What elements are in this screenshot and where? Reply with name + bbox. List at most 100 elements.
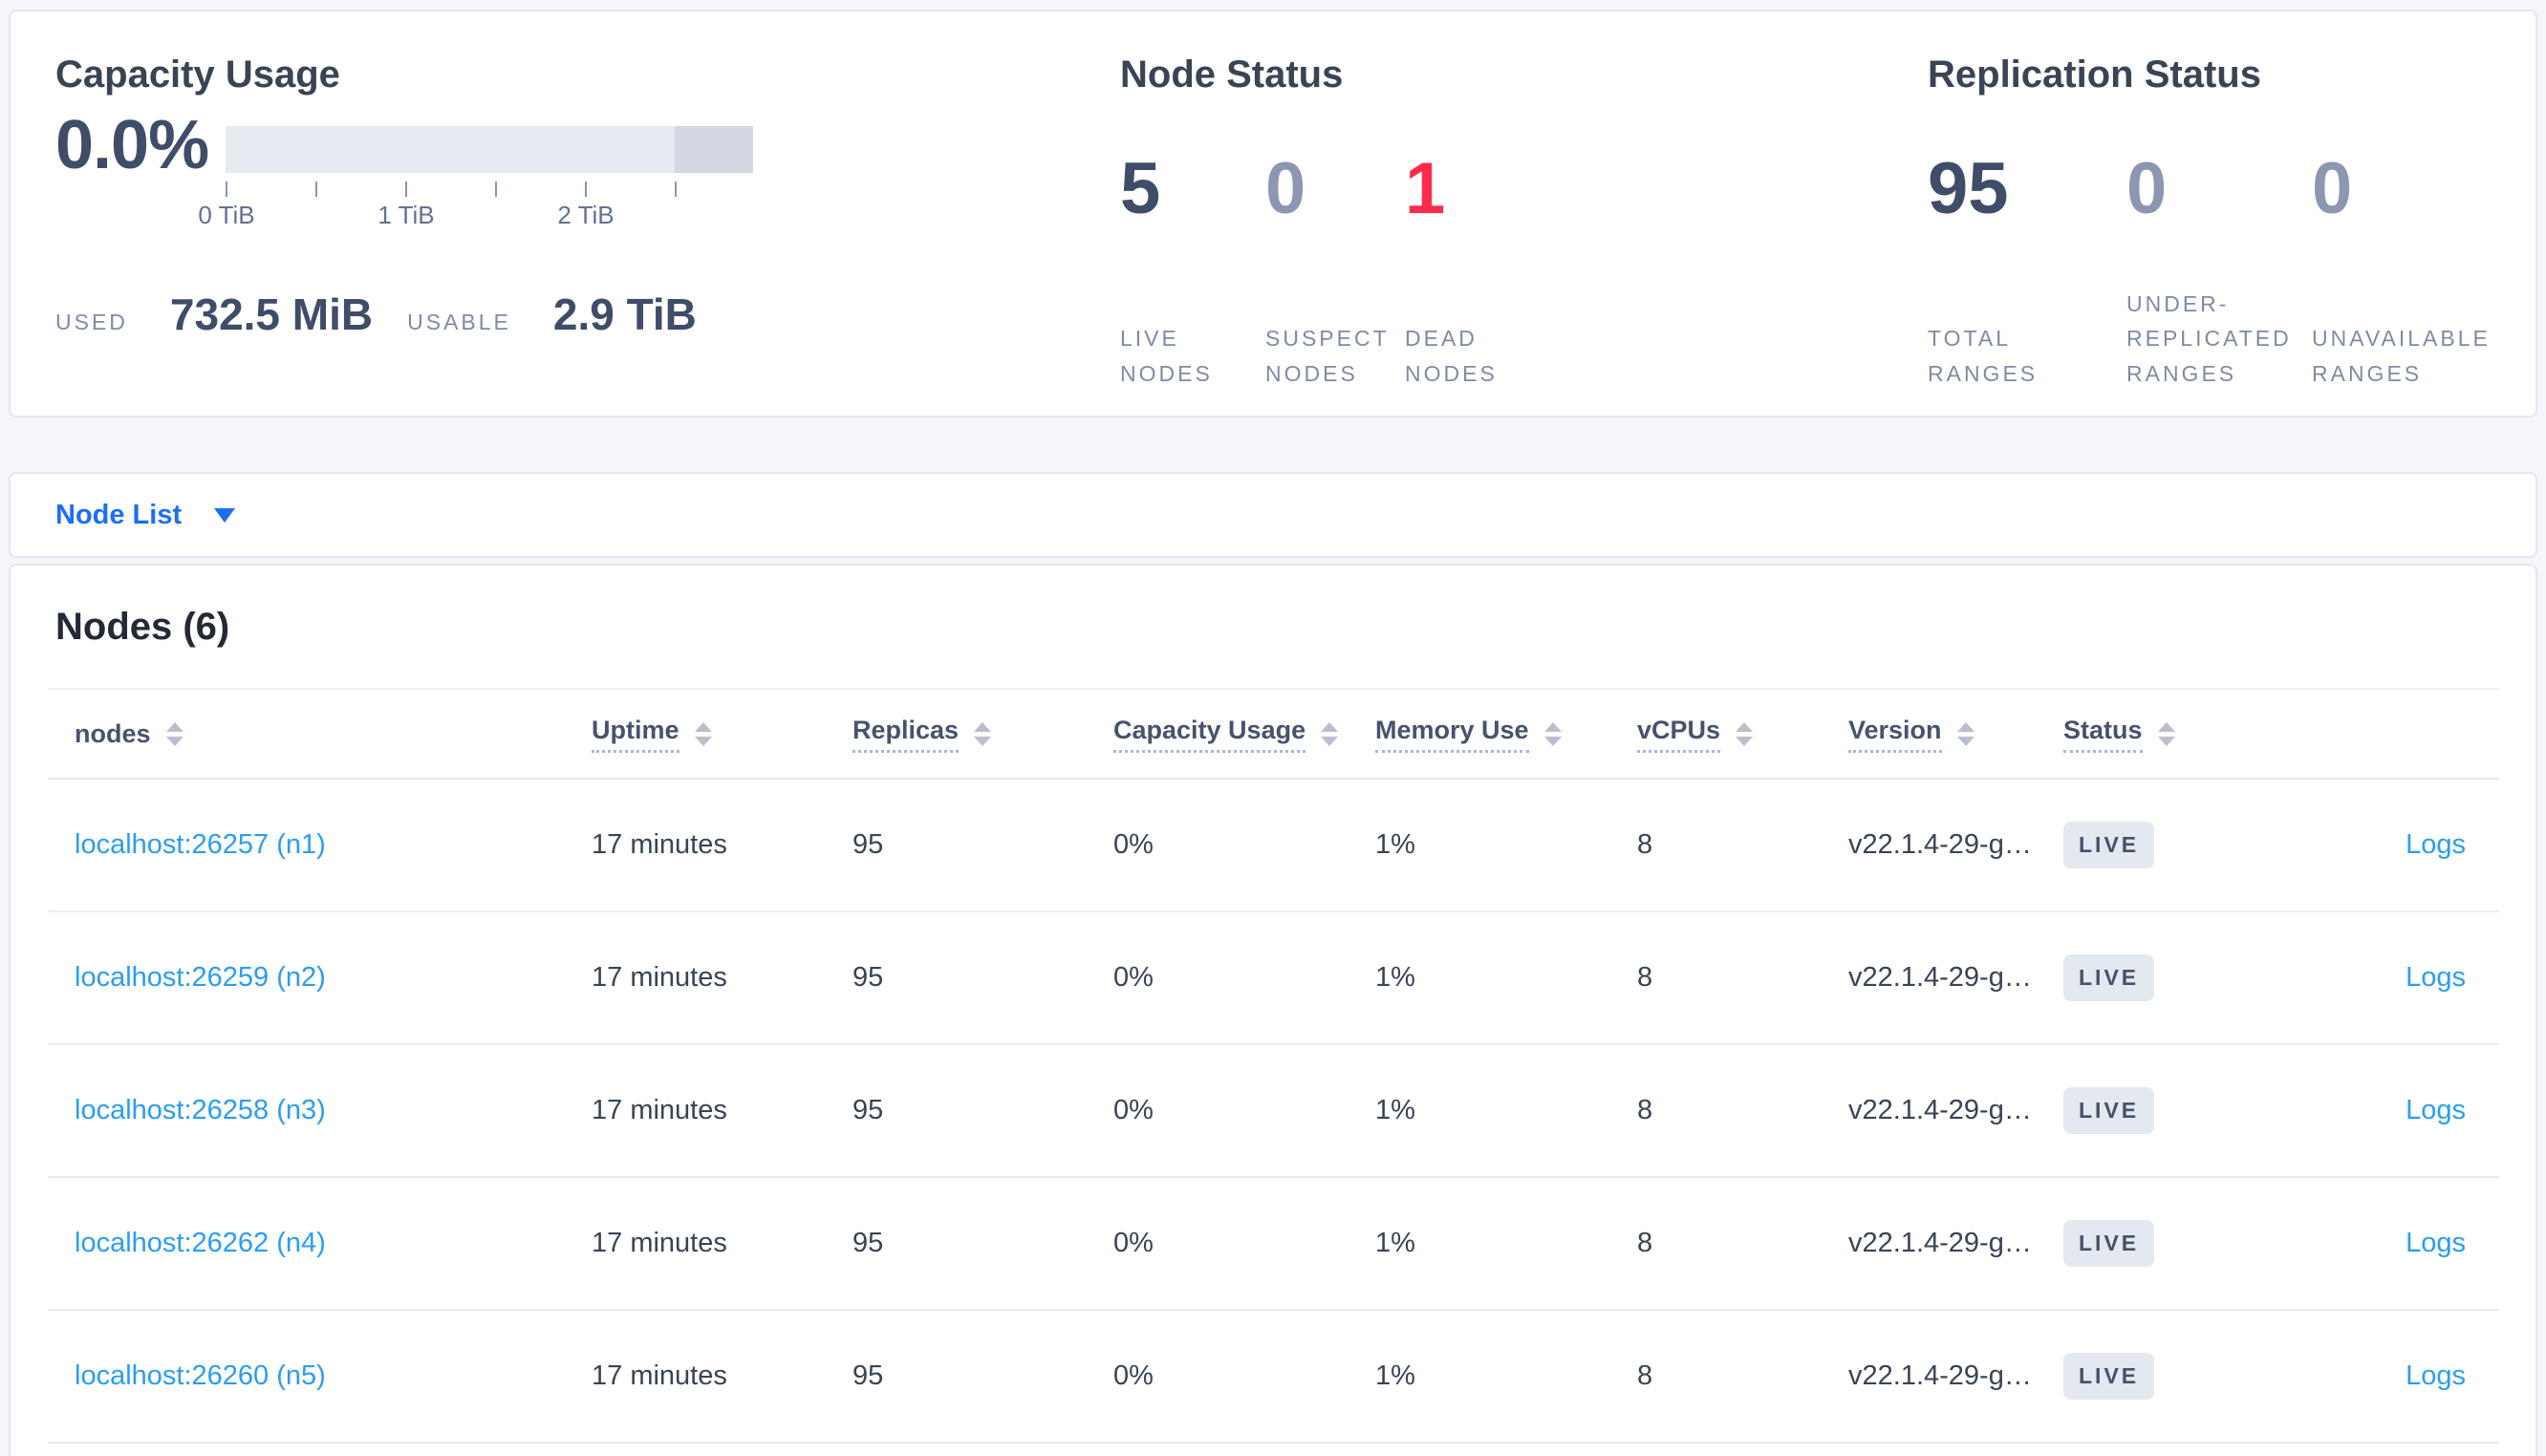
table-row: localhost:26259 (n2) 17 minutes 95 0% 1%… <box>48 912 2499 1045</box>
usable-value: 2.9 TiB <box>552 289 697 339</box>
sort-icon[interactable] <box>165 721 183 746</box>
status-badge: LIVE <box>2063 1087 2155 1134</box>
replication-status-section: Replication Status 95 TOTAL RANGES 0 UND… <box>1928 52 2546 416</box>
logs-link[interactable]: Logs <box>2406 1228 2466 1258</box>
unavailable-ranges-label: UNAVAILABLE RANGES <box>2312 326 2491 387</box>
unavailable-ranges-stat: 0 UNAVAILABLE RANGES <box>2312 145 2546 396</box>
live-nodes-stat: 5 LIVE NODES <box>1120 145 1265 396</box>
tick-label-2: 2 TiB <box>557 201 615 229</box>
column-header-uptime[interactable]: Uptime <box>592 716 852 753</box>
total-ranges-label: TOTAL RANGES <box>1928 326 2039 387</box>
under-replicated-label: UNDER-REPLICATED RANGES <box>2126 290 2292 387</box>
dead-nodes-value: 1 <box>1405 148 1446 229</box>
live-nodes-value: 5 <box>1120 148 1161 229</box>
status-badge: LIVE <box>2063 1353 2155 1400</box>
nodes-table-header: nodes Uptime Replicas Capacity Usage Mem… <box>48 688 2499 780</box>
vcpus-cell: 8 <box>1637 1095 1653 1125</box>
capacity-bar-ticks <box>226 182 753 198</box>
vcpus-cell: 8 <box>1637 1228 1653 1258</box>
nodes-table: nodes Uptime Replicas Capacity Usage Mem… <box>48 688 2499 1444</box>
uptime-cell: 17 minutes <box>592 962 727 993</box>
version-cell: v22.1.4-29-g… <box>1848 1095 2032 1125</box>
live-nodes-label: LIVE NODES <box>1120 326 1213 387</box>
memory-use-cell: 1% <box>1375 1228 1415 1258</box>
nodes-section-title: Nodes (6) <box>55 606 230 648</box>
capacity-usage-section: Capacity Usage 0.0% 0 TiB 1 TiB 2 TiB US… <box>55 52 1120 416</box>
suspect-nodes-stat: 0 SUSPECT NODES <box>1265 145 1405 396</box>
capacity-usage-cell: 0% <box>1113 829 1154 860</box>
column-header-memory-use[interactable]: Memory Use <box>1375 716 1637 753</box>
column-header-version[interactable]: Version <box>1848 716 2063 753</box>
uptime-cell: 17 minutes <box>592 1228 727 1258</box>
sort-icon[interactable] <box>2157 721 2175 746</box>
column-header-vcpus[interactable]: vCPUs <box>1637 716 1848 753</box>
node-link[interactable]: localhost:26260 (n5) <box>75 1360 326 1391</box>
memory-use-cell: 1% <box>1375 1095 1415 1125</box>
column-header-status[interactable]: Status <box>2063 716 2255 753</box>
uptime-cell: 17 minutes <box>592 1360 727 1391</box>
capacity-usage-cell: 0% <box>1113 1228 1154 1258</box>
logs-link[interactable]: Logs <box>2406 1360 2466 1391</box>
replication-status-title: Replication Status <box>1928 54 2261 96</box>
memory-use-cell: 1% <box>1375 1360 1415 1391</box>
dead-nodes-label: DEAD NODES <box>1405 326 1498 387</box>
view-selector-label[interactable]: Node List <box>55 500 182 531</box>
total-ranges-stat: 95 TOTAL RANGES <box>1928 145 2126 396</box>
version-cell: v22.1.4-29-g… <box>1848 962 2032 993</box>
node-status-title: Node Status <box>1120 54 1344 96</box>
replicas-cell: 95 <box>852 1228 884 1258</box>
replicas-cell: 95 <box>852 1095 884 1125</box>
logs-link[interactable]: Logs <box>2406 1095 2466 1125</box>
capacity-usage-title: Capacity Usage <box>55 54 340 96</box>
sort-icon[interactable] <box>1321 721 1339 746</box>
used-label: USED <box>55 310 128 334</box>
status-badge: LIVE <box>2063 954 2155 1001</box>
replicas-cell: 95 <box>852 1360 884 1391</box>
table-row: localhost:26260 (n5) 17 minutes 95 0% 1%… <box>48 1311 2499 1444</box>
table-row: localhost:26257 (n1) 17 minutes 95 0% 1%… <box>48 780 2499 912</box>
total-ranges-value: 95 <box>1928 148 2009 229</box>
sort-icon[interactable] <box>974 721 992 746</box>
used-value: 732.5 MiB <box>169 289 374 339</box>
logs-link[interactable]: Logs <box>2406 962 2466 993</box>
unavailable-ranges-value: 0 <box>2312 148 2353 229</box>
node-link[interactable]: localhost:26259 (n2) <box>75 962 326 993</box>
logs-link[interactable]: Logs <box>2406 829 2466 860</box>
node-status-section: Node Status 5 LIVE NODES 0 SUSPECT NODES… <box>1120 52 1928 416</box>
status-badge: LIVE <box>2063 1220 2155 1267</box>
column-header-capacity-usage[interactable]: Capacity Usage <box>1113 716 1375 753</box>
chevron-down-icon[interactable] <box>214 507 236 523</box>
sort-icon[interactable] <box>1736 721 1754 746</box>
vcpus-cell: 8 <box>1637 1360 1653 1391</box>
replicas-cell: 95 <box>852 962 884 993</box>
memory-use-cell: 1% <box>1375 829 1415 860</box>
table-row: localhost:26258 (n3) 17 minutes 95 0% 1%… <box>48 1045 2499 1178</box>
node-link[interactable]: localhost:26257 (n1) <box>75 829 326 860</box>
view-selector-dropdown[interactable]: Node List <box>9 472 2537 558</box>
sort-icon[interactable] <box>694 721 712 746</box>
suspect-nodes-value: 0 <box>1265 148 1306 229</box>
capacity-usage-cell: 0% <box>1113 1360 1154 1391</box>
sort-icon[interactable] <box>1956 721 1974 746</box>
under-replicated-value: 0 <box>2126 148 2168 229</box>
tick-label-1: 1 TiB <box>378 201 435 229</box>
uptime-cell: 17 minutes <box>592 1095 727 1125</box>
table-row: localhost:26262 (n4) 17 minutes 95 0% 1%… <box>48 1178 2499 1311</box>
version-cell: v22.1.4-29-g… <box>1848 829 2032 860</box>
column-header-nodes[interactable]: nodes <box>48 719 592 749</box>
uptime-cell: 17 minutes <box>592 829 727 860</box>
tick-label-0: 0 TiB <box>198 201 255 229</box>
under-replicated-stat: 0 UNDER-REPLICATED RANGES <box>2126 145 2312 396</box>
version-cell: v22.1.4-29-g… <box>1848 1360 2032 1391</box>
sort-icon[interactable] <box>1543 721 1562 746</box>
capacity-usage-cell: 0% <box>1113 1095 1154 1125</box>
column-header-replicas[interactable]: Replicas <box>852 716 1113 753</box>
vcpus-cell: 8 <box>1637 829 1653 860</box>
capacity-usage-cell: 0% <box>1113 962 1154 993</box>
capacity-bar <box>226 126 753 173</box>
vcpus-cell: 8 <box>1637 962 1653 993</box>
node-link[interactable]: localhost:26262 (n4) <box>75 1228 326 1258</box>
status-badge: LIVE <box>2063 822 2155 868</box>
cluster-overview-card: Capacity Usage 0.0% 0 TiB 1 TiB 2 TiB US… <box>9 10 2537 418</box>
node-link[interactable]: localhost:26258 (n3) <box>75 1095 326 1125</box>
